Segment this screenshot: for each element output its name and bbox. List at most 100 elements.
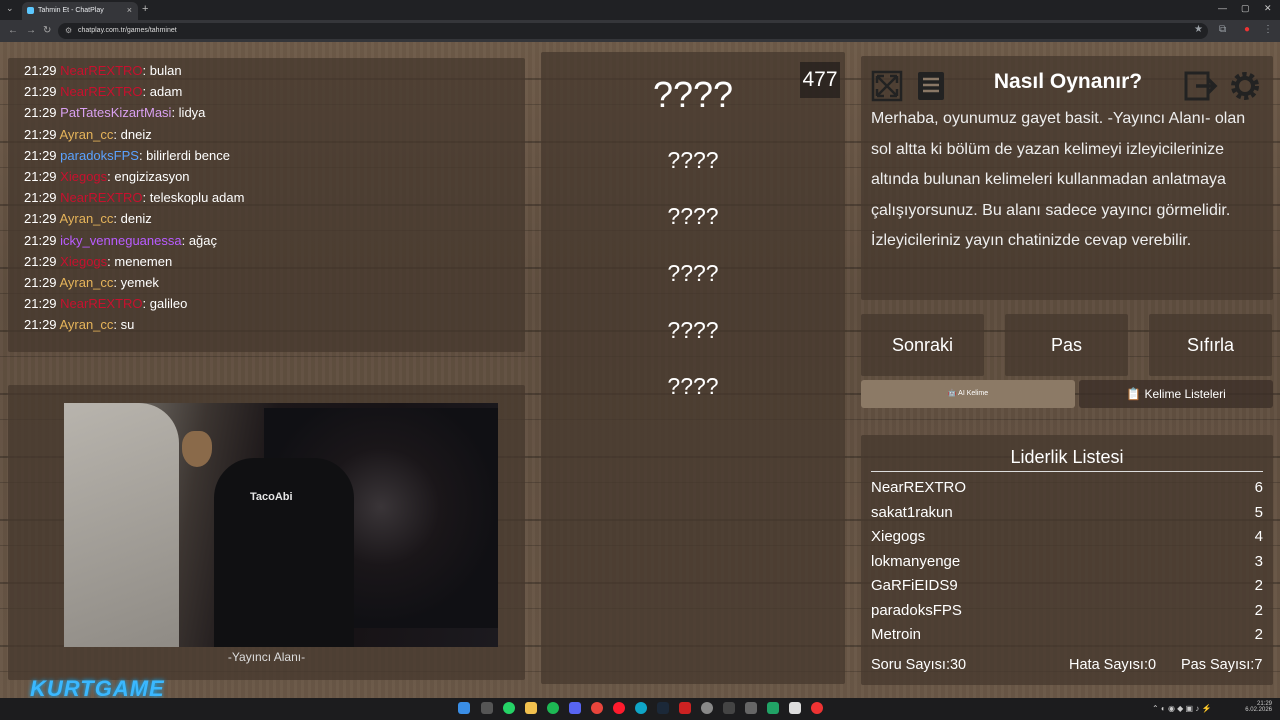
bookmark-star-icon[interactable]: ★ — [1194, 24, 1203, 35]
excel-icon[interactable] — [767, 702, 779, 714]
forbidden-word: ???? — [667, 203, 719, 229]
app-icon[interactable] — [679, 702, 691, 714]
chat-username[interactable]: Xiegogs — [60, 254, 107, 269]
chat-username[interactable]: icky_venneguanessa — [60, 233, 181, 248]
profile-icon[interactable]: ● — [1244, 24, 1250, 35]
chat-text: : deniz — [113, 211, 152, 227]
chat-text: : menemen — [107, 253, 173, 269]
forbidden-word: ???? — [667, 147, 719, 173]
back-icon[interactable]: ← — [8, 25, 18, 36]
extensions-icon[interactable]: ⧉ — [1219, 24, 1226, 35]
spotify-icon[interactable] — [547, 702, 559, 714]
chat-message: 21:29 icky_venneguanessa: ağaç — [8, 230, 525, 251]
url-text: chatplay.com.tr/games/tahminet — [78, 27, 177, 34]
menu-icon[interactable]: ⋮ — [1263, 24, 1273, 35]
logout-icon[interactable] — [1181, 66, 1221, 106]
edge-icon[interactable] — [635, 702, 647, 714]
notepad-icon[interactable] — [789, 702, 801, 714]
new-tab-button[interactable]: + — [142, 3, 148, 15]
chat-username[interactable]: paradoksFPS — [60, 148, 139, 163]
tray-icons[interactable]: ⌃ ◐ ◉ ◆ ▣ ♪ ⚡ — [1152, 704, 1212, 713]
pass-count: Pas Sayısı:7 — [1181, 657, 1263, 673]
chat-text: : bilirlerdi bence — [138, 147, 230, 163]
player-name: paradoksFPS — [871, 601, 962, 619]
windows-taskbar: ⌃ ◐ ◉ ◆ ▣ ♪ ⚡ 21:29 6.02.2026 — [0, 698, 1280, 720]
chat-username[interactable]: Ayran_cc — [59, 127, 113, 142]
chat-username[interactable]: NearREXTRO — [60, 63, 142, 78]
chat-text: : galileo — [142, 296, 188, 312]
leaderboard-row: paradoksFPS 2 — [871, 602, 1263, 626]
chat-message: 21:29 Ayran_cc: dneiz — [8, 124, 525, 145]
opera-icon[interactable] — [613, 702, 625, 714]
discord-icon[interactable] — [569, 702, 581, 714]
maximize-button[interactable]: ▢ — [1241, 3, 1250, 14]
notes-icon[interactable] — [911, 66, 951, 106]
pass-button[interactable]: Pas — [1005, 314, 1128, 376]
forward-icon[interactable]: → — [26, 25, 36, 36]
clock[interactable]: 21:29 6.02.2026 — [1236, 701, 1272, 713]
reset-button[interactable]: Sıfırla — [1149, 314, 1272, 376]
window-close-button[interactable]: ✕ — [1264, 3, 1272, 14]
shirt-text: TacoAbi — [250, 491, 293, 503]
chat-time: 21:29 — [24, 317, 57, 333]
chat-message: 21:29 NearREXTRO: teleskoplu adam — [8, 187, 525, 208]
app-icon[interactable] — [811, 702, 823, 714]
browser-tab[interactable]: Tahmin Et - ChatPlay × — [22, 2, 138, 20]
steam-icon[interactable] — [657, 702, 669, 714]
whatsapp-icon[interactable] — [503, 702, 515, 714]
app-icon[interactable] — [723, 702, 735, 714]
player-score: 4 — [1254, 528, 1263, 545]
start-icon[interactable] — [458, 702, 470, 714]
player-score: 2 — [1254, 601, 1263, 619]
chat-message: 21:29 PatTatesKizartMasi: lidya — [8, 102, 525, 123]
chat-message: 21:29 Xiegogs: engizizasyon — [8, 166, 525, 187]
file-explorer-icon[interactable] — [525, 702, 537, 714]
site-favicon-icon — [27, 7, 34, 14]
chat-text: : su — [113, 317, 135, 333]
gear-icon[interactable] — [1225, 66, 1265, 106]
leaderboard-row: sakat1rakun 5 — [871, 504, 1263, 528]
clock-date: 6.02.2026 — [1245, 707, 1272, 713]
forbidden-word: ???? — [667, 373, 719, 399]
address-bar[interactable]: ⚙ chatplay.com.tr/games/tahminet — [58, 23, 1208, 39]
game-page: 21:29 NearREXTRO: bulan 21:29 NearREXTRO:… — [0, 42, 1280, 698]
chat-username[interactable]: Ayran_cc — [59, 317, 113, 332]
fullscreen-icon[interactable] — [867, 66, 907, 106]
chat-username[interactable]: Ayran_cc — [59, 275, 113, 290]
error-count: Hata Sayısı:0 — [1069, 657, 1157, 673]
chat-username[interactable]: NearREXTRO — [60, 190, 142, 205]
chat-text: : lidya — [171, 105, 206, 121]
forbidden-word: ???? — [667, 317, 719, 343]
tab-list-icon[interactable]: ⌄ — [6, 3, 14, 14]
chat-username[interactable]: PatTatesKizartMasi — [60, 105, 171, 120]
site-info-icon[interactable]: ⚙ — [65, 26, 72, 35]
how-to-play-title: Nasıl Oynanır? — [993, 70, 1143, 93]
chat-username[interactable]: Xiegogs — [60, 169, 107, 184]
chat-time: 21:29 — [24, 126, 57, 142]
obs-icon[interactable] — [701, 702, 713, 714]
ai-word-button[interactable]: 🤖 AI Kelime — [861, 380, 1075, 408]
chat-time: 21:29 — [24, 169, 57, 185]
chat-username[interactable]: NearREXTRO — [60, 296, 142, 311]
chat-text: : dneiz — [113, 126, 152, 142]
tab-close-icon[interactable]: × — [127, 5, 132, 15]
list-icon: 📋 — [1126, 387, 1145, 401]
search-icon[interactable] — [481, 702, 493, 714]
ai-word-label: AI Kelime — [958, 390, 989, 397]
how-to-play-text: Merhaba, oyunumuz gayet basit. -Yayıncı … — [871, 110, 1246, 249]
minimize-button[interactable]: — — [1218, 3, 1227, 13]
app-icon[interactable] — [745, 702, 757, 714]
chat-message: 21:29 NearREXTRO: adam — [8, 81, 525, 102]
next-button[interactable]: Sonraki — [861, 314, 984, 376]
reload-icon[interactable]: ↻ — [43, 25, 51, 36]
word-lists-button[interactable]: 📋 Kelime Listeleri — [1079, 380, 1273, 408]
chat-text: : ağaç — [181, 232, 218, 248]
word-lists-label: Kelime Listeleri — [1144, 387, 1226, 401]
chat-username[interactable]: Ayran_cc — [59, 211, 113, 226]
chrome-icon[interactable] — [591, 702, 603, 714]
chat-time: 21:29 — [24, 190, 57, 206]
tab-title: Tahmin Et - ChatPlay — [38, 7, 104, 14]
chat-username[interactable]: NearREXTRO — [60, 84, 142, 99]
player-score: 2 — [1254, 577, 1263, 594]
player-score: 5 — [1254, 503, 1263, 521]
